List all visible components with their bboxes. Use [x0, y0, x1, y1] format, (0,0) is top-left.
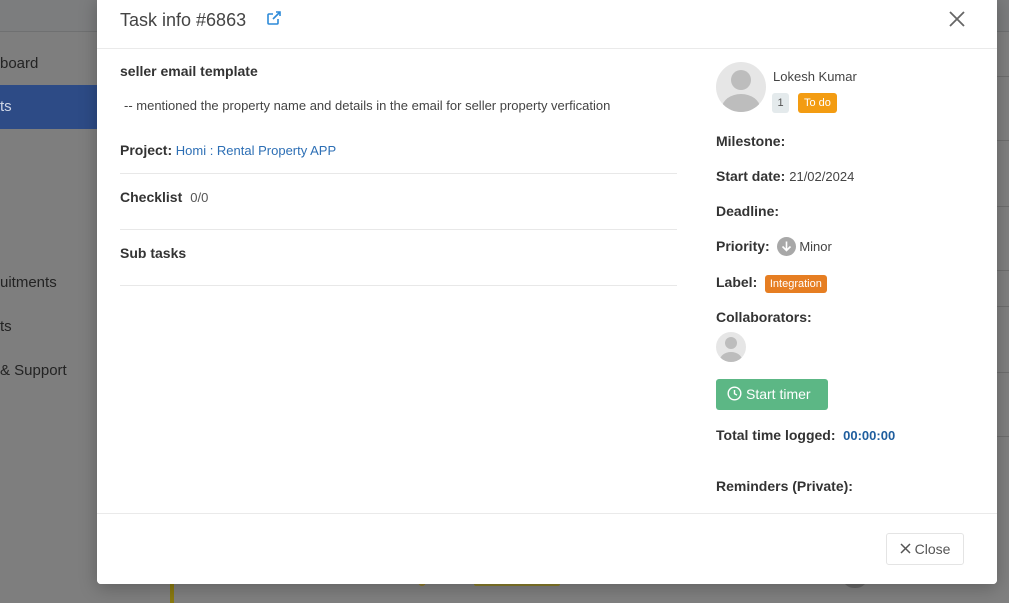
background-divider	[997, 140, 1009, 141]
background-divider	[997, 270, 1009, 271]
divider	[120, 285, 677, 286]
start-timer-label: Start timer	[746, 386, 811, 402]
sidebar-item-label: & Support	[0, 362, 67, 379]
milestone-label: Milestone:	[716, 133, 786, 149]
label-field: Label: Integration	[716, 274, 827, 293]
sidebar-item-label: uitments	[0, 274, 57, 291]
divider	[120, 173, 677, 174]
label-label: Label:	[716, 274, 758, 290]
reminders-field: Reminders (Private):	[716, 478, 857, 494]
checklist-count: 0/0	[190, 190, 209, 205]
background-row-marker	[170, 583, 174, 603]
divider	[120, 229, 677, 230]
sidebar-item-label: ts	[0, 98, 12, 115]
close-icon[interactable]	[946, 8, 968, 30]
total-time-value[interactable]: 00:00:00	[843, 428, 895, 443]
sidebar-item-label: board	[0, 55, 39, 72]
task-description: -- mentioned the property name and detai…	[124, 98, 611, 113]
background-divider	[997, 306, 1009, 307]
checklist-label: Checklist	[120, 189, 183, 205]
total-time-field: Total time logged: 00:00:00	[716, 427, 895, 443]
close-button[interactable]: Close	[886, 533, 964, 565]
external-link-icon[interactable]	[266, 10, 282, 26]
clock-icon	[727, 386, 742, 401]
modal-title: Task info #6863	[120, 10, 247, 30]
task-info-modal: Task info #6863 seller email template --…	[97, 0, 997, 584]
assignee-name[interactable]: Lokesh Kumar	[773, 69, 857, 84]
arrow-down-circle-icon	[777, 236, 797, 256]
modal-footer: Close	[97, 513, 997, 584]
priority-value: Minor	[799, 239, 832, 254]
background-divider	[997, 372, 1009, 373]
milestone-field: Milestone:	[716, 133, 789, 149]
project-link[interactable]: Homi : Rental Property APP	[176, 143, 336, 158]
close-button-label: Close	[914, 541, 951, 557]
checklist-row: Checklist 0/0	[120, 189, 208, 207]
background-divider	[997, 436, 1009, 437]
total-time-label: Total time logged:	[716, 427, 836, 443]
modal-header: Task info #6863	[97, 0, 997, 49]
sidebar-item-label: ts	[0, 318, 12, 335]
close-icon	[900, 543, 911, 554]
task-title: seller email template	[120, 63, 258, 79]
collaborators-label: Collaborators:	[716, 309, 812, 325]
start-date-value: 21/02/2024	[789, 169, 855, 184]
count-badge: 1	[772, 93, 789, 113]
start-timer-button[interactable]: Start timer	[716, 379, 828, 410]
deadline-label: Deadline:	[716, 203, 780, 219]
background-divider	[997, 76, 1009, 77]
subtasks-label: Sub tasks	[120, 245, 187, 261]
start-date-field: Start date: 21/02/2024	[716, 168, 854, 184]
project-label: Project:	[120, 142, 173, 158]
priority-label: Priority:	[716, 238, 770, 254]
status-badge[interactable]: To do	[798, 93, 837, 113]
label-badge: Integration	[764, 274, 827, 293]
project-row: Project: Homi : Rental Property APP	[120, 142, 336, 158]
subtasks-row: Sub tasks	[120, 245, 186, 263]
reminders-label: Reminders (Private):	[716, 478, 853, 494]
background-divider	[997, 206, 1009, 207]
collaborator-avatar[interactable]	[716, 332, 746, 362]
deadline-field: Deadline:	[716, 203, 783, 219]
collaborators-field: Collaborators:	[716, 309, 816, 325]
priority-field: Priority: Minor	[716, 236, 832, 256]
start-date-label: Start date:	[716, 168, 786, 184]
avatar	[716, 62, 766, 112]
